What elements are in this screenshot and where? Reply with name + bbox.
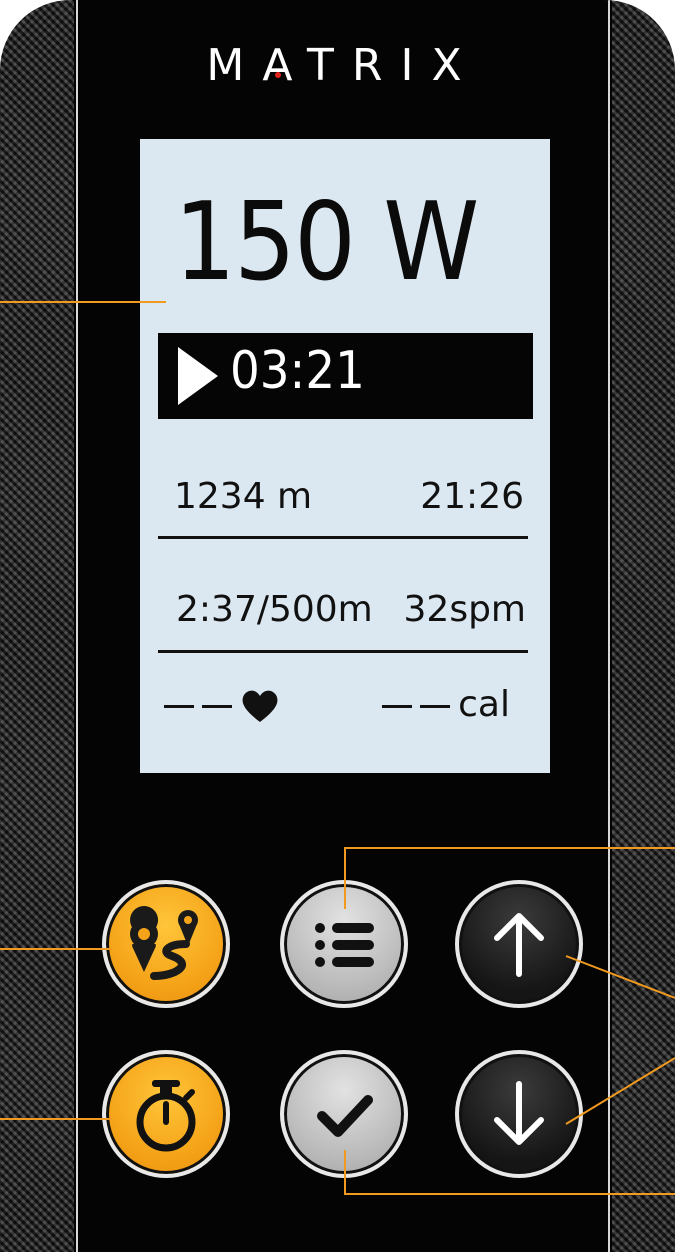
brand-logo-dot (275, 72, 281, 78)
callout-line-confirm (344, 1150, 346, 1195)
callout-line-timer (0, 1118, 112, 1120)
callout-line-display (0, 301, 166, 303)
brand-logo: MATRIX (206, 40, 480, 91)
callout-line-confirm (344, 1193, 675, 1195)
left-trim-line (76, 0, 78, 1252)
timer-button[interactable] (102, 1050, 230, 1178)
divider (158, 536, 528, 539)
empty-value-dash (164, 704, 194, 708)
empty-value-dash (202, 704, 232, 708)
split-readout: 2:37/500m (176, 589, 373, 630)
distance-readout: 1234 m (174, 476, 313, 517)
stopwatch-icon (136, 1080, 196, 1152)
divider (158, 650, 528, 653)
calories-readout: cal (382, 687, 510, 723)
elapsed-time-readout: 21:26 (420, 476, 524, 517)
callout-line-arrows (565, 955, 675, 1125)
heart-icon (242, 690, 278, 722)
lcd-display: 150 W 03:21 1234 m 21:26 2:37/500m 32spm… (140, 139, 550, 773)
play-icon (178, 347, 218, 405)
routes-button[interactable] (102, 880, 230, 1008)
callout-line-menu (344, 847, 675, 849)
route-pin-icon (130, 906, 198, 980)
timer-readout: 03:21 (230, 341, 365, 401)
stroke-rate-readout: 32spm (403, 589, 526, 630)
calories-unit: cal (458, 684, 510, 725)
empty-value-dash (420, 704, 451, 708)
callout-line-routes (0, 948, 112, 950)
callout-line-menu (344, 847, 346, 909)
empty-value-dash (382, 704, 413, 708)
timer-bar: 03:21 (158, 333, 533, 419)
console-panel: MATRIX 150 W 03:21 1234 m 21:26 2:37/500… (0, 0, 675, 1252)
watts-readout: 150 W (174, 180, 479, 305)
heart-rate-readout (164, 687, 280, 724)
